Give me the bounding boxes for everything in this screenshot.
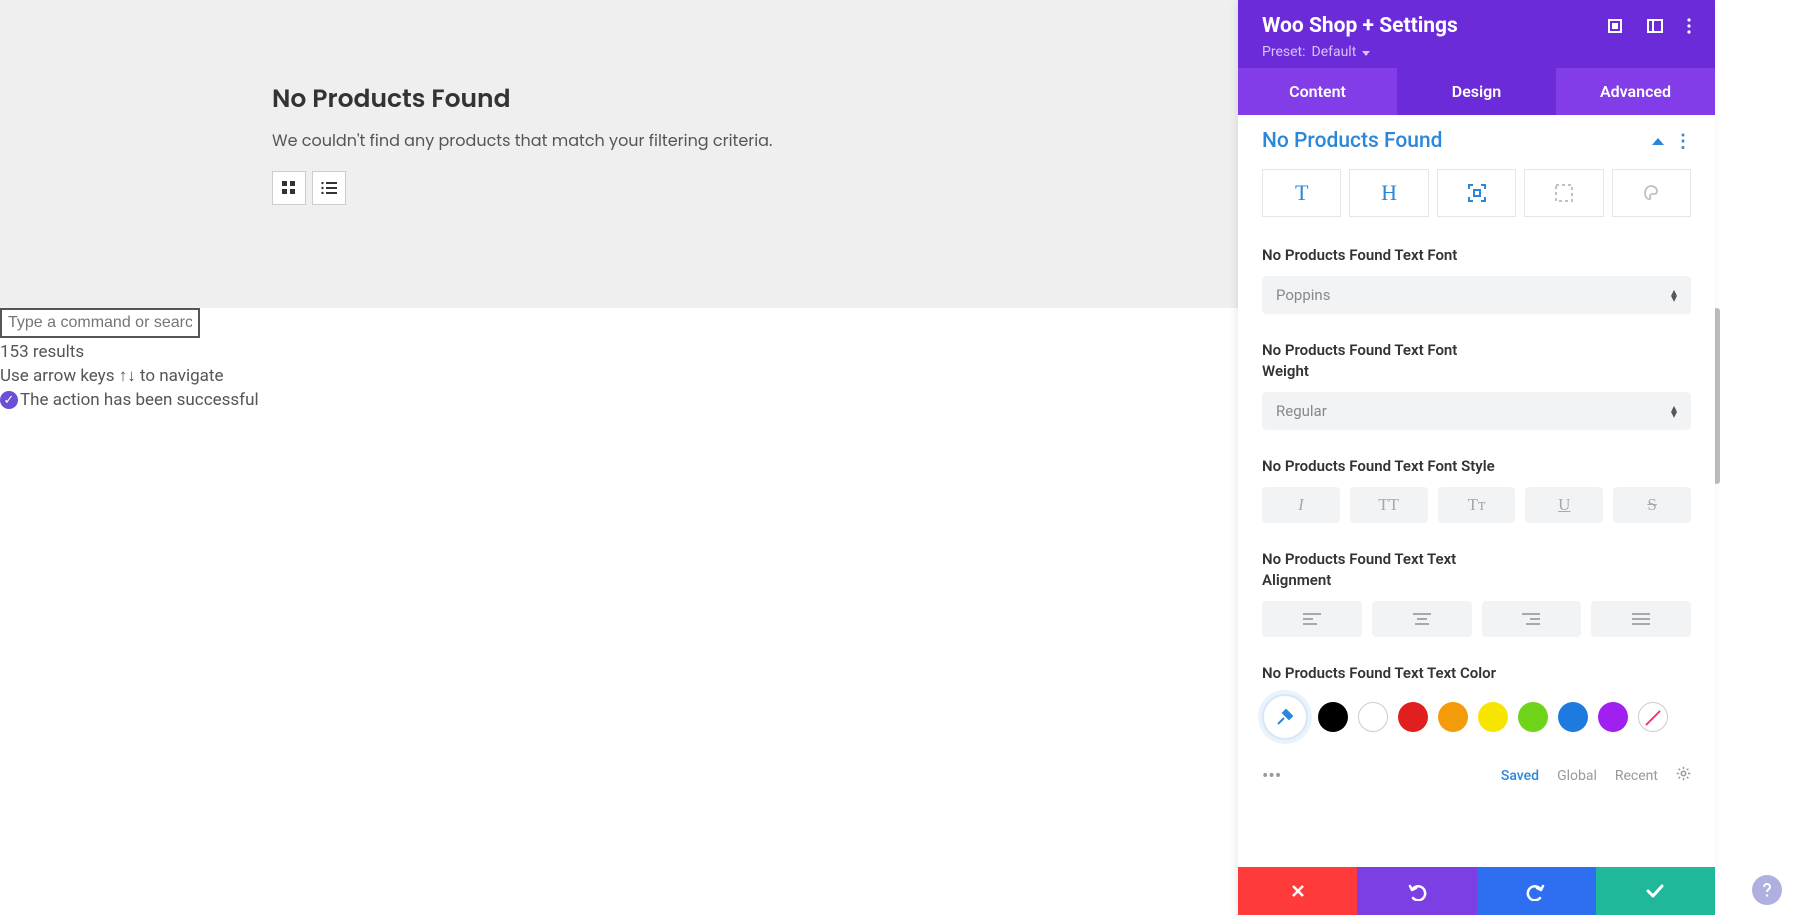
results-count: 153 results <box>0 342 259 362</box>
element-type-row: T H <box>1262 169 1691 217</box>
list-view-button[interactable] <box>312 171 346 205</box>
success-icon: ✓ <box>0 391 18 409</box>
tab-advanced[interactable]: Advanced <box>1556 68 1715 115</box>
chevron-down-icon <box>1362 51 1370 56</box>
weight-value: Regular <box>1276 402 1327 420</box>
swatch-red[interactable] <box>1398 702 1428 732</box>
type-select-button[interactable] <box>1524 169 1603 217</box>
tab-bar: Content Design Advanced <box>1238 68 1715 115</box>
collapse-icon[interactable] <box>1652 138 1664 145</box>
grid-view-button[interactable] <box>272 171 306 205</box>
cancel-button[interactable] <box>1238 867 1357 915</box>
no-products-heading: No Products Found <box>272 80 966 118</box>
tab-content[interactable]: Content <box>1238 68 1397 115</box>
select-arrows-icon: ▴▾ <box>1671 289 1677 301</box>
section-title[interactable]: No Products Found <box>1262 129 1442 153</box>
save-button[interactable] <box>1596 867 1715 915</box>
style-italic-button[interactable]: I <box>1262 487 1340 523</box>
preset-label: Preset: <box>1262 44 1306 60</box>
align-center-button[interactable] <box>1372 601 1472 637</box>
font-label: No Products Found Text Font <box>1262 245 1502 266</box>
swatch-blue[interactable] <box>1558 702 1588 732</box>
eyedropper-button[interactable] <box>1262 694 1308 740</box>
style-strike-button[interactable]: S <box>1613 487 1691 523</box>
global-colors-tab[interactable]: Global <box>1557 768 1597 784</box>
type-paint-button[interactable] <box>1612 169 1691 217</box>
gear-icon[interactable] <box>1676 766 1691 785</box>
style-smallcaps-button[interactable]: Tᴛ <box>1438 487 1516 523</box>
type-fullscreen-button[interactable] <box>1437 169 1516 217</box>
success-message: The action has been successful <box>20 390 259 410</box>
align-label: No Products Found Text Text Alignment <box>1262 549 1502 591</box>
style-underline-button[interactable]: U <box>1525 487 1603 523</box>
no-products-subtext: We couldn't find any products that match… <box>272 128 966 153</box>
swatch-purple[interactable] <box>1598 702 1628 732</box>
layout-icon[interactable] <box>1647 18 1663 34</box>
align-justify-button[interactable] <box>1591 601 1691 637</box>
preset-value: Default <box>1312 44 1357 60</box>
action-bar <box>1238 867 1715 915</box>
help-button[interactable] <box>1752 875 1782 905</box>
command-input[interactable] <box>0 308 200 338</box>
swatch-orange[interactable] <box>1438 702 1468 732</box>
select-arrows-icon: ▴▾ <box>1671 405 1677 417</box>
view-toggle <box>272 171 966 205</box>
color-picker-row <box>1262 694 1691 740</box>
swatch-white[interactable] <box>1358 702 1388 732</box>
style-label: No Products Found Text Font Style <box>1262 456 1502 477</box>
swatch-black[interactable] <box>1318 702 1348 732</box>
align-right-button[interactable] <box>1482 601 1582 637</box>
weight-select[interactable]: Regular ▴▾ <box>1262 392 1691 430</box>
more-options-icon[interactable]: ••• <box>1262 764 1281 787</box>
font-value: Poppins <box>1276 286 1330 304</box>
expand-icon[interactable] <box>1607 18 1623 34</box>
panel-title: Woo Shop + Settings <box>1262 14 1458 38</box>
recent-colors-tab[interactable]: Recent <box>1615 768 1658 784</box>
tab-design[interactable]: Design <box>1397 68 1556 115</box>
nav-hint: Use arrow keys ↑↓ to navigate <box>0 366 259 386</box>
builder-preview: No Products Found We couldn't find any p… <box>0 0 1238 308</box>
settings-panel: Woo Shop + Settings Preset: Default Cont… <box>1238 0 1715 915</box>
more-icon[interactable] <box>1687 18 1691 34</box>
align-left-button[interactable] <box>1262 601 1362 637</box>
section-more-icon[interactable]: ⋮ <box>1674 131 1691 152</box>
saved-colors-tab[interactable]: Saved <box>1501 768 1539 784</box>
command-palette: 153 results Use arrow keys ↑↓ to navigat… <box>0 308 259 410</box>
preset-selector[interactable]: Preset: Default <box>1262 44 1691 60</box>
swatch-yellow[interactable] <box>1478 702 1508 732</box>
swatch-none[interactable] <box>1638 702 1668 732</box>
color-label: No Products Found Text Text Color <box>1262 663 1502 684</box>
font-select[interactable]: Poppins ▴▾ <box>1262 276 1691 314</box>
weight-label: No Products Found Text Font Weight <box>1262 340 1502 382</box>
swatch-green[interactable] <box>1518 702 1548 732</box>
type-text-button[interactable]: T <box>1262 169 1341 217</box>
type-heading-button[interactable]: H <box>1349 169 1428 217</box>
style-uppercase-button[interactable]: TT <box>1350 487 1428 523</box>
redo-button[interactable] <box>1477 867 1596 915</box>
undo-button[interactable] <box>1357 867 1476 915</box>
